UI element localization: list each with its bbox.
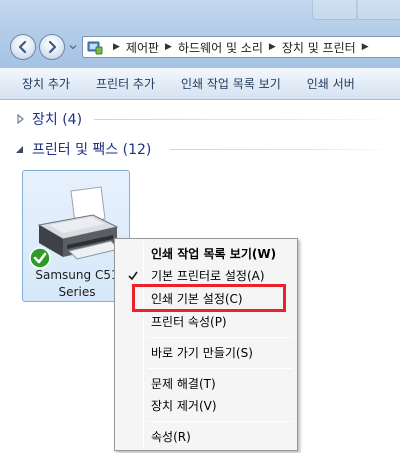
menu-item-properties[interactable]: 속성(R) (117, 426, 295, 448)
add-printer-button[interactable]: 프린터 추가 (83, 72, 168, 96)
recent-pages-dropdown[interactable] (68, 43, 78, 51)
group-divider (94, 119, 400, 120)
menu-separator (147, 421, 293, 422)
group-label: 프린터 및 팩스 (12) (32, 142, 152, 158)
group-header-devices[interactable]: 장치 (4) (14, 109, 82, 129)
menu-separator (147, 368, 293, 369)
address-bar[interactable]: ▶ 제어판 ▶ 하드웨어 및 소리 ▶ 장치 및 프린터 ▶ (82, 36, 400, 58)
menu-item-printer-properties[interactable]: 프린터 속성(P) (117, 311, 295, 333)
group-label: 장치 (4) (32, 112, 83, 128)
forward-button[interactable] (39, 34, 65, 60)
add-device-button[interactable]: 장치 추가 (0, 72, 83, 96)
collapse-arrow-icon (16, 146, 23, 153)
breadcrumb-separator[interactable]: ▶ (362, 42, 369, 52)
group-header-printers[interactable]: 프린터 및 팩스 (12) (14, 139, 151, 159)
window-titlebar: ▶ 제어판 ▶ 하드웨어 및 소리 ▶ 장치 및 프린터 ▶ (0, 0, 400, 68)
default-printer-check-icon (29, 247, 51, 269)
breadcrumb-item[interactable]: 제어판 (126, 39, 159, 56)
breadcrumb-separator: ▶ (113, 42, 120, 52)
breadcrumb-item[interactable]: 장치 및 프린터 (282, 39, 356, 56)
breadcrumb-separator[interactable]: ▶ (269, 42, 276, 52)
window-button-faded (312, 0, 358, 20)
menu-item-label: 기본 프린터로 설정(A) (151, 269, 265, 283)
window-button-faded (356, 0, 400, 20)
menu-item-remove-device[interactable]: 장치 제거(V) (117, 395, 295, 417)
checkmark-icon (128, 271, 138, 281)
context-menu: 인쇄 작업 목록 보기(W) 기본 프린터로 설정(A) 인쇄 기본 설정(C)… (114, 238, 298, 451)
control-panel-icon (87, 41, 103, 55)
chevron-down-icon (69, 45, 77, 50)
breadcrumb-item[interactable]: 하드웨어 및 소리 (178, 39, 263, 56)
highlight-annotation-box (132, 284, 286, 312)
see-print-queue-button[interactable]: 인쇄 작업 목록 보기 (168, 72, 294, 96)
expand-arrow-icon (17, 113, 24, 125)
print-server-button[interactable]: 인쇄 서버 (294, 72, 368, 96)
back-button[interactable] (10, 34, 36, 60)
group-divider (170, 149, 400, 150)
forward-arrow-icon (48, 40, 57, 54)
breadcrumb-separator[interactable]: ▶ (165, 42, 172, 52)
window-title (14, 6, 134, 22)
menu-separator (147, 337, 293, 338)
command-bar: 장치 추가 프린터 추가 인쇄 작업 목록 보기 인쇄 서버 (0, 68, 400, 100)
back-arrow-icon (18, 40, 27, 54)
menu-item-troubleshoot[interactable]: 문제 해결(T) (117, 373, 295, 395)
menu-item-create-shortcut[interactable]: 바로 가기 만들기(S) (117, 342, 295, 364)
menu-item-see-print-queue[interactable]: 인쇄 작업 목록 보기(W) (117, 243, 295, 265)
